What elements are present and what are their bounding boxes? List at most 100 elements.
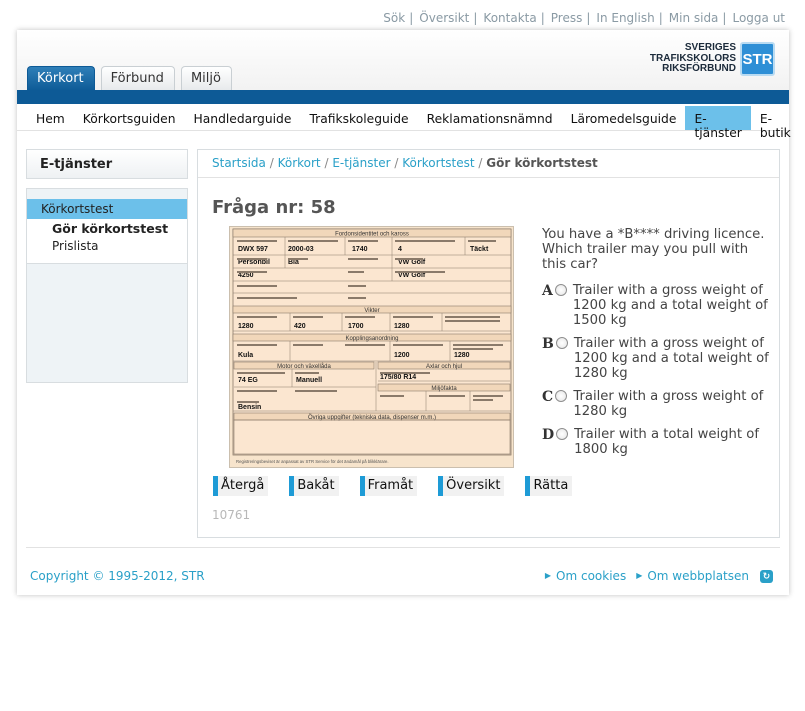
nav-hem[interactable]: Hem (27, 106, 74, 130)
answer-a-text[interactable]: Trailer with a gross weight of 1200 kg a… (573, 283, 774, 328)
answer-b-radio[interactable] (555, 337, 568, 349)
reg-value-body: Täckt (470, 246, 489, 253)
nav-korkortsguiden[interactable]: Körkortsguiden (74, 106, 185, 130)
reg-heading-weights: Vikter (364, 308, 379, 314)
sidebar-item-gor-korkortstest[interactable]: Gör körkortstest (27, 219, 187, 237)
link-sok[interactable]: Sök (383, 11, 405, 25)
answer-d: D Trailer with a total weight of 1800 kg (542, 427, 774, 457)
tab-korkort[interactable]: Körkort (27, 66, 95, 91)
nav-e-butik[interactable]: E-butik (751, 106, 800, 140)
reg-value-type: Personbil (238, 259, 270, 266)
tab-miljo[interactable]: Miljö (180, 66, 232, 91)
section-tabs: Körkort Förbund Miljö (27, 66, 238, 91)
answer-b-text[interactable]: Trailer with a gross weight of 1200 kg a… (574, 336, 774, 381)
link-in-english[interactable]: In English (596, 11, 654, 25)
logo-badge: STR (740, 42, 775, 76)
reg-value-tyres: 175/80 R14 (380, 374, 416, 381)
link-min-sida[interactable]: Min sida (669, 11, 719, 25)
nav-e-tjanster[interactable]: E-tjänster (685, 106, 751, 140)
reg-value-fuel: Bensin (238, 404, 261, 411)
oversikt-button[interactable]: Översikt (438, 476, 505, 496)
reg-value-seats: 4 (398, 246, 402, 253)
breadcrumb: Startsida / Körkort / E-tjänster / Körko… (198, 150, 779, 178)
reg-heading-identity: Fordonsidentitet och kaross (335, 232, 409, 238)
answer-list: A Trailer with a gross weight of 1200 kg… (542, 283, 774, 465)
test-buttons: Återgå Bakåt Framåt Översikt Rätta (213, 476, 593, 496)
reg-value-engine: 74 EG (238, 377, 258, 384)
answer-b: B Trailer with a gross weight of 1200 kg… (542, 336, 774, 381)
reg-value-w2: 420 (294, 323, 306, 330)
link-press[interactable]: Press (551, 11, 583, 25)
reg-heading-coupling: Kopplingsanordning (345, 336, 398, 342)
brand-bar (17, 90, 789, 104)
framat-button[interactable]: Framåt (359, 476, 418, 496)
answer-c: C Trailer with a gross weight of 1280 kg (542, 389, 774, 419)
nav-trafikskoleguide[interactable]: Trafikskoleguide (300, 106, 417, 130)
registration-certificate-image: Fordonsidentitet och kaross DWX 597 2000… (229, 226, 514, 468)
content-panel: Startsida / Körkort / E-tjänster / Körko… (197, 149, 780, 538)
ratta-button[interactable]: Rätta (525, 476, 573, 496)
breadcrumb-korkortstest[interactable]: Körkortstest (402, 156, 474, 170)
bakat-button[interactable]: Bakåt (289, 476, 339, 496)
link-logga-ut[interactable]: Logga ut (732, 11, 785, 25)
copyright: Copyright © 1995-2012, STR (30, 569, 205, 583)
footer-links: ▶ Om cookies ▶ Om webbplatsen (535, 569, 749, 583)
reg-value-w1: 1280 (238, 323, 254, 330)
answer-letter: C (542, 389, 554, 405)
nav-handledarguide[interactable]: Handledarguide (185, 106, 301, 130)
answer-c-radio[interactable] (555, 390, 568, 402)
reg-value-regnr: DWX 597 (238, 246, 268, 253)
reg-value-length: 4250 (238, 272, 254, 279)
answer-letter: A (542, 283, 553, 299)
header: Körkort Förbund Miljö SVERIGES TRAFIKSKO… (17, 30, 789, 91)
breadcrumb-startsida[interactable]: Startsida (212, 156, 266, 170)
reg-value-width: 1740 (352, 246, 368, 253)
reg-value-gear: Manuell (296, 377, 322, 384)
page-frame: Körkort Förbund Miljö SVERIGES TRAFIKSKO… (17, 30, 791, 595)
answer-d-radio[interactable] (556, 428, 569, 440)
utility-links: Sök | Översikt | Kontakta | Press | In Engli… (383, 11, 785, 25)
tab-forbund[interactable]: Förbund (100, 66, 175, 91)
breadcrumb-current: Gör körkortstest (486, 156, 598, 170)
link-kontakta[interactable]: Kontakta (483, 11, 536, 25)
question-id: 10761 (212, 508, 251, 522)
arrow-right-icon: ▶ (544, 571, 552, 580)
reg-value-w4: 1280 (394, 323, 410, 330)
footer-divider (26, 547, 780, 548)
answer-letter: B (542, 336, 554, 352)
reg-value-date: 2000-03 (288, 246, 314, 253)
reg-value-c1: 1200 (394, 352, 410, 359)
question-title: Fråga nr: 58 (212, 197, 336, 218)
answer-a-radio[interactable] (554, 284, 567, 296)
link-oversikt[interactable]: Översikt (419, 11, 469, 25)
arrow-right-icon: ▶ (636, 571, 643, 580)
footer-link-cookies[interactable]: Om cookies (556, 569, 626, 583)
str-logo[interactable]: SVERIGES TRAFIKSKOLORS RIKSFÖRBUND STR (650, 42, 775, 76)
reg-heading-engine: Motor och växellåda (277, 363, 331, 370)
answer-d-text[interactable]: Trailer with a total weight of 1800 kg (574, 427, 774, 457)
reg-heading-axles: Axlar och hjul (426, 364, 462, 370)
answer-c-text[interactable]: Trailer with a gross weight of 1280 kg (573, 389, 774, 419)
logo-line-3: RIKSFÖRBUND (662, 63, 736, 75)
reg-value-coupling: Kula (238, 352, 253, 359)
share-icon[interactable]: ↻ (760, 570, 773, 583)
sidebar-item-prislista[interactable]: Prislista (27, 237, 187, 255)
reg-heading-env: Miljöfakta (431, 386, 457, 392)
breadcrumb-e-tjanster[interactable]: E-tjänster (332, 156, 390, 170)
reg-footnote: Registreringsbeviset är anpassat av STR … (236, 459, 389, 464)
reg-value-make: VW Golf (398, 259, 426, 266)
reg-value-c2: 1280 (454, 352, 470, 359)
aterga-button[interactable]: Återgå (213, 476, 269, 496)
footer-link-webbplatsen[interactable]: Om webbplatsen (647, 569, 749, 583)
answer-a: A Trailer with a gross weight of 1200 kg… (542, 283, 774, 328)
reg-value-model: VW Golf (398, 272, 426, 279)
nav-reklamationsnamnd[interactable]: Reklamationsnämnd (418, 106, 562, 130)
sidebar-item-korkortstest[interactable]: Körkortstest (27, 199, 187, 219)
breadcrumb-korkort[interactable]: Körkort (278, 156, 321, 170)
sidebar-menu: Körkortstest Gör körkortstest Prislista (26, 188, 188, 383)
nav-laromedelsguide[interactable]: Läromedelsguide (562, 106, 686, 130)
main-nav: Hem Körkortsguiden Handledarguide Trafik… (17, 104, 791, 140)
sidebar-title: E-tjänster (26, 149, 188, 179)
reg-value-w3: 1700 (348, 323, 364, 330)
question-text: You have a *B**** driving licence. Which… (542, 227, 765, 272)
